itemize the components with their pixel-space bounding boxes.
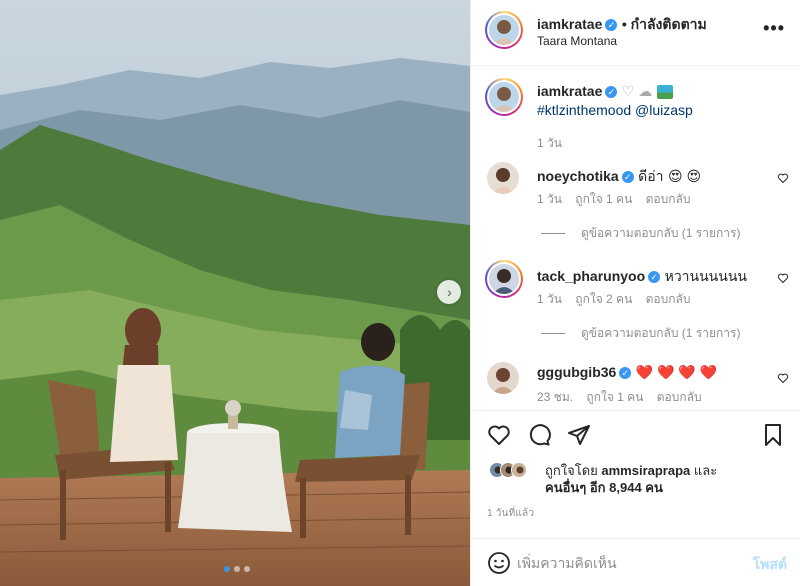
comment-time: 1 วัน [537,292,562,306]
reply-button[interactable]: ตอบกลับ [646,192,691,206]
post-photo[interactable]: › [0,0,470,586]
carousel-dot [234,566,240,572]
likes-and: และ [693,463,718,478]
view-replies-button[interactable]: ดูข้อความตอบกลับ (1 รายการ) [541,224,740,243]
comment-text: ดีอ่า [638,168,664,184]
post-side-panel: iamkratae ✓ • กำลังติดตาม Taara Montana •… [470,0,800,586]
following-status[interactable]: • กำลังติดตาม [622,16,707,32]
comment-likes-link[interactable]: ถูกใจ 2 คน [575,292,632,306]
carousel-dot [224,566,230,572]
verified-badge-icon: ✓ [621,170,634,183]
like-comment-heart-icon[interactable] [777,272,789,284]
replies-divider [541,333,565,334]
comment-item: tack_pharunyoo ✓ หวานนนนนน 1 วัน ถูกใจ 2 … [471,260,800,352]
replies-divider [541,233,565,234]
comment-likes-link[interactable]: ถูกใจ 1 คน [586,390,643,404]
commenter-username[interactable]: noeychotika [537,168,619,184]
liker-avatar [511,462,527,478]
caption-text[interactable]: #ktlzinthemood @luizasp [537,102,693,118]
landscape-emoji-icon [656,84,673,99]
carousel-dots [224,566,250,572]
photo-scene [0,0,470,586]
likes-prefix: ถูกใจโดย [545,463,598,478]
save-bookmark-icon[interactable] [761,423,785,447]
commenter-avatar[interactable] [487,362,519,394]
reply-button[interactable]: ตอบกลับ [657,390,702,404]
more-options-icon[interactable]: ••• [763,18,785,39]
like-heart-icon[interactable] [487,423,511,447]
commenter-username[interactable]: tack_pharunyoo [537,268,645,284]
comments-list[interactable]: iamkratae ✓ ♡ ☁ #ktlzinthemood @luizasp 1… [471,66,800,410]
caption-emojis: ♡ ☁ [621,83,653,99]
caption-block: iamkratae ✓ ♡ ☁ #ktlzinthemood @luizasp 1… [471,76,800,150]
post-timestamp[interactable]: 1 วันที่แล้ว [487,506,534,521]
likers-avatars[interactable] [489,462,527,478]
post-comment-button[interactable]: โพสต์ [753,554,787,576]
caption-avatar[interactable] [485,78,523,116]
view-replies-label: ดูข้อความตอบกลับ (1 รายการ) [581,326,741,340]
commenter-avatar[interactable] [487,162,519,194]
comment-time: 23 ชม. [537,390,574,404]
caption-time: 1 วัน [537,136,562,150]
comment-emoji: ❤️ ❤️ ❤️ ❤️ [635,364,718,380]
share-send-icon[interactable] [567,423,591,447]
author-username[interactable]: iamkratae [537,16,602,32]
comment-text: หวานนนนนน [664,268,747,284]
comment-likes-link[interactable]: ถูกใจ 1 คน [575,192,632,206]
verified-badge-icon: ✓ [648,270,661,283]
post-header: iamkratae ✓ • กำลังติดตาม Taara Montana •… [471,0,800,66]
carousel-next-button[interactable]: › [437,280,461,304]
reply-button[interactable]: ตอบกลับ [646,292,691,306]
view-replies-label: ดูข้อความตอบกลับ (1 รายการ) [581,226,741,240]
like-comment-heart-icon[interactable] [777,372,789,384]
caption-username[interactable]: iamkratae [537,83,602,99]
verified-badge-icon: ✓ [605,85,618,98]
carousel-dot [244,566,250,572]
comment-item: noeychotika ✓ ดีอ่า 😍 😍 1 วัน ถูกใจ 1 คน … [471,162,800,252]
author-avatar[interactable] [485,11,523,49]
add-comment-bar: โพสต์ [471,538,800,586]
likes-summary: ถูกใจโดย ammsiraprapa และ คนอื่นๆ อีก 8,… [545,462,717,496]
likes-others-link[interactable]: คนอื่นๆ อีก 8,944 คน [545,480,663,495]
verified-badge-icon: ✓ [605,18,618,31]
location-link[interactable]: Taara Montana [537,34,617,48]
verified-badge-icon: ✓ [619,366,632,379]
liker-username[interactable]: ammsiraprapa [601,463,690,478]
view-replies-button[interactable]: ดูข้อความตอบกลับ (1 รายการ) [541,324,740,343]
comment-time: 1 วัน [537,192,562,206]
commenter-username[interactable]: gggubgib36 [537,364,616,380]
like-comment-heart-icon[interactable] [777,172,789,184]
chevron-right-icon: › [447,284,452,300]
emoji-smiley-icon[interactable] [487,551,511,575]
add-comment-input[interactable] [517,553,737,573]
commenter-avatar[interactable] [485,260,523,298]
comment-item: gggubgib36 ✓ ❤️ ❤️ ❤️ ❤️ 23 ชม. ถูกใจ 1 ค… [471,362,800,410]
comment-bubble-icon[interactable] [527,423,551,447]
comment-emoji: 😍 😍 [667,168,702,184]
